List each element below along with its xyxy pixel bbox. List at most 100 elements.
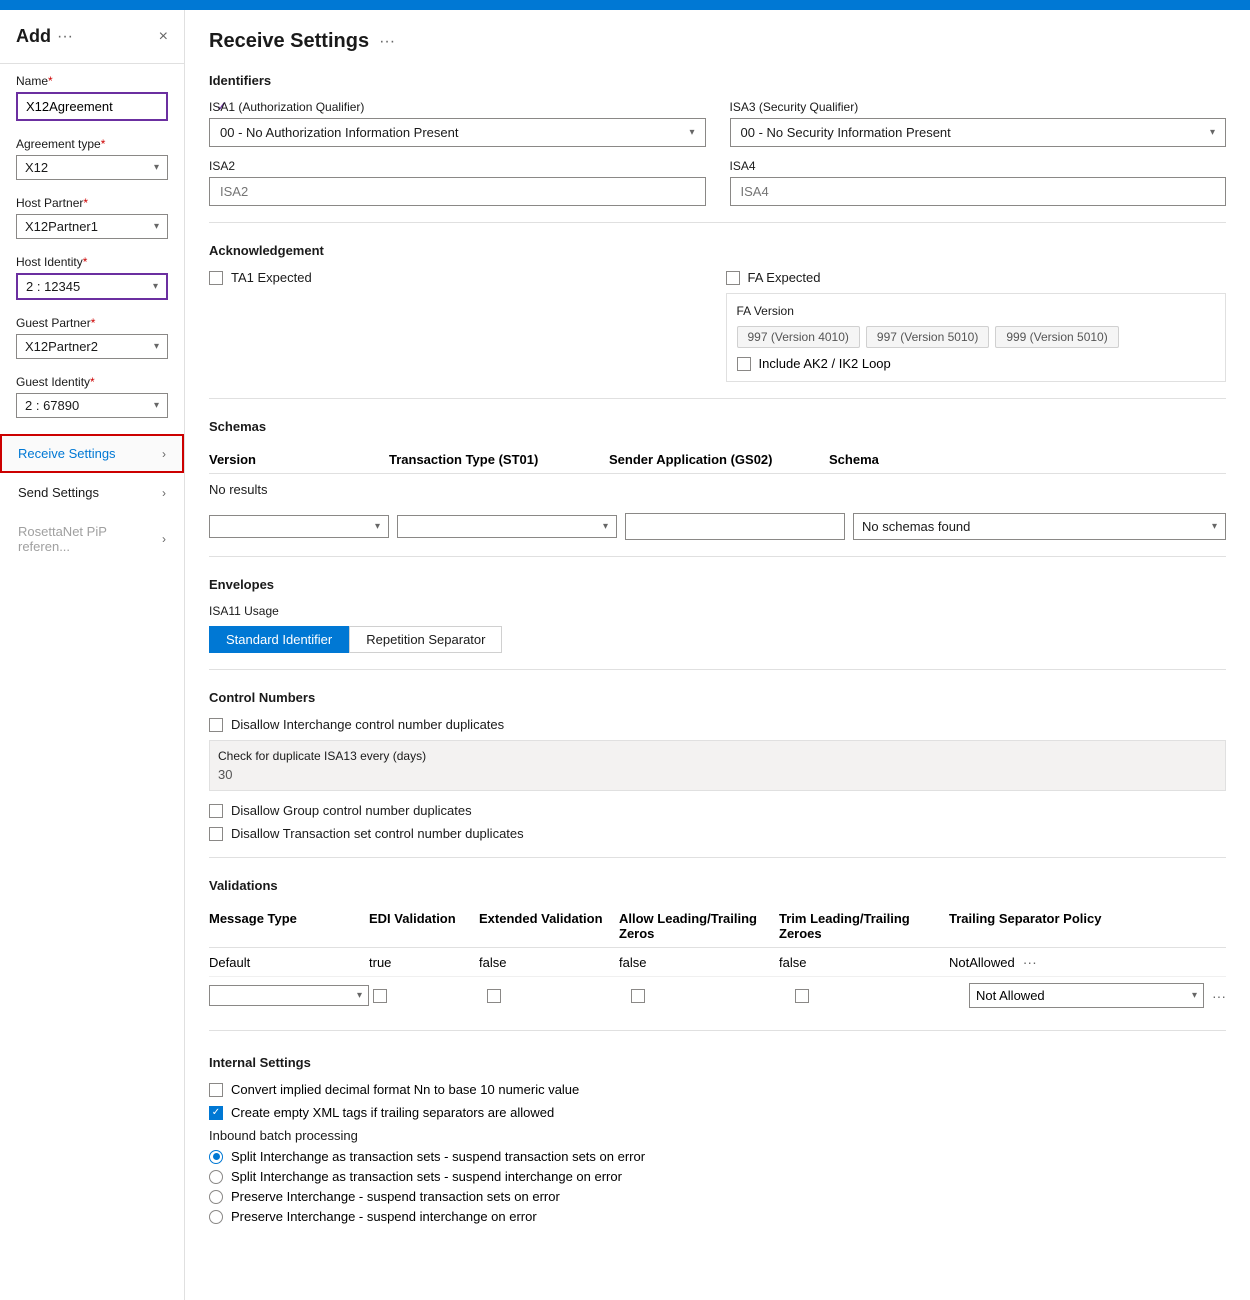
fa-expected-checkbox-label[interactable]: FA Expected [726,270,1227,285]
ta1-label: TA1 Expected [231,270,312,285]
isa4-input[interactable] [730,177,1227,206]
val-col-leading: Allow Leading/Trailing Zeros [619,911,779,941]
include-ak2-row: Include AK2 / IK2 Loop [737,356,1216,371]
internal-settings-title: Internal Settings [209,1055,1226,1070]
val-edi-checkbox[interactable] [373,989,387,1003]
ta1-checkbox[interactable] [209,271,223,285]
chevron-down-icon: ▾ [1192,990,1197,1001]
sidebar-item-send-settings[interactable]: Send Settings › [0,473,184,512]
chevron-down-icon: ▾ [689,127,694,138]
rosettanet-label: RosettaNet PiP referen... [18,524,162,554]
val-message-select[interactable]: ▾ [209,985,369,1006]
agreement-type-label: Agreement type* [16,137,168,151]
name-input[interactable] [18,94,210,119]
val-leading-checkbox[interactable] [631,989,645,1003]
val-col-message: Message Type [209,911,369,941]
host-partner-field-group: Host Partner* X12Partner1 ▾ [0,186,184,245]
val-default-message: Default [209,955,369,970]
identifiers-grid: ISA1 (Authorization Qualifier) 00 - No A… [209,100,1226,206]
sidebar-item-rosettanet[interactable]: RosettaNet PiP referen... › [0,512,184,566]
disallow-transaction-checkbox[interactable] [209,827,223,841]
main-dots[interactable]: ··· [379,33,395,51]
disallow-interchange-checkbox-label[interactable]: Disallow Interchange control number dupl… [209,717,1226,732]
fa-version-label: FA Version [737,304,1216,318]
version-select[interactable]: ▾ [209,515,389,538]
isa1-select[interactable]: 00 - No Authorization Information Presen… [209,118,706,147]
host-partner-label: Host Partner* [16,196,168,210]
radio1-btn[interactable] [209,1150,223,1164]
disallow-group-checkbox-label[interactable]: Disallow Group control number duplicates [209,803,1226,818]
create-empty-checkbox-label[interactable]: ✓ Create empty XML tags if trailing sepa… [209,1105,1226,1120]
guest-partner-value: X12Partner2 [25,339,154,354]
radio2-label: Split Interchange as transaction sets - … [231,1169,622,1184]
schemas-section: Schemas Version Transaction Type (ST01) … [209,419,1226,557]
guest-identity-field-group: Guest Identity* 2 : 67890 ▾ [0,365,184,424]
fa-version-btn-1[interactable]: 997 (Version 4010) [737,326,860,348]
guest-identity-select[interactable]: 2 : 67890 ▾ [16,393,168,418]
create-empty-label: Create empty XML tags if trailing separa… [231,1105,554,1120]
sidebar: Add ··· × Name* ✓ Agreement type* X12 ▾ [0,10,185,1300]
agreement-type-select[interactable]: X12 ▾ [16,155,168,180]
main-header: Receive Settings ··· [209,30,1226,53]
isa3-select[interactable]: 00 - No Security Information Present ▾ [730,118,1227,147]
close-icon[interactable]: × [159,28,168,46]
schemas-inputs-row: ▾ ▾ No schemas found ▾ [209,513,1226,540]
fa-expected-checkbox[interactable] [726,271,740,285]
isa4-label: ISA4 [730,159,1227,173]
create-empty-checkbox[interactable]: ✓ [209,1106,223,1120]
guest-identity-value: 2 : 67890 [25,398,154,413]
convert-checkbox[interactable] [209,1083,223,1097]
chevron-right-icon: › [162,532,166,546]
fa-version-btn-2[interactable]: 997 (Version 5010) [866,326,989,348]
page-title: Receive Settings [209,30,369,53]
sidebar-dots[interactable]: ··· [57,28,73,46]
radio3-label: Preserve Interchange - suspend transacti… [231,1189,560,1204]
validations-section: Validations Message Type EDI Validation … [209,878,1226,1031]
disallow-group-label: Disallow Group control number duplicates [231,803,472,818]
schemas-header: Version Transaction Type (ST01) Sender A… [209,446,1226,474]
host-identity-field-group: Host Identity* 2 : 12345 ▾ [0,245,184,306]
sidebar-item-receive-settings[interactable]: Receive Settings › [0,434,184,473]
disallow-interchange-checkbox[interactable] [209,718,223,732]
radio2-btn[interactable] [209,1170,223,1184]
radio4-btn[interactable] [209,1210,223,1224]
radio3-btn[interactable] [209,1190,223,1204]
host-identity-select[interactable]: 2 : 12345 ▾ [16,273,168,300]
standard-identifier-btn[interactable]: Standard Identifier [209,626,349,653]
include-ak2-checkbox[interactable] [737,357,751,371]
radio3-row[interactable]: Preserve Interchange - suspend transacti… [209,1189,1226,1204]
transaction-type-select[interactable]: ▾ [397,515,617,538]
name-field-group: Name* ✓ [0,64,184,127]
convert-checkbox-label[interactable]: Convert implied decimal format Nn to bas… [209,1082,1226,1097]
name-input-wrapper[interactable]: ✓ [16,92,168,121]
radio2-row[interactable]: Split Interchange as transaction sets - … [209,1169,1226,1184]
fa-expected-label: FA Expected [748,270,821,285]
repetition-separator-btn[interactable]: Repetition Separator [349,626,502,653]
guest-partner-select[interactable]: X12Partner2 ▾ [16,334,168,359]
host-partner-select[interactable]: X12Partner1 ▾ [16,214,168,239]
val-trim-checkbox[interactable] [795,989,809,1003]
fa-version-btn-3[interactable]: 999 (Version 5010) [995,326,1118,348]
radio1-row[interactable]: Split Interchange as transaction sets - … [209,1149,1226,1164]
col-version-header: Version [209,452,389,467]
val-policy-select[interactable]: Not Allowed ▾ [969,983,1204,1008]
send-settings-label: Send Settings [18,485,99,500]
fa-expected-field: FA Expected FA Version 997 (Version 4010… [726,270,1227,382]
guest-identity-label: Guest Identity* [16,375,168,389]
agreement-type-value: X12 [25,160,154,175]
three-dots-icon[interactable]: ··· [1212,988,1226,1004]
schema-select[interactable]: No schemas found ▾ [853,513,1226,540]
radio4-row[interactable]: Preserve Interchange - suspend interchan… [209,1209,1226,1224]
disallow-transaction-checkbox-label[interactable]: Disallow Transaction set control number … [209,826,1226,841]
ta1-checkbox-label[interactable]: TA1 Expected [209,270,710,285]
days-container: Check for duplicate ISA13 every (days) 3… [209,740,1226,791]
agreement-type-field-group: Agreement type* X12 ▾ [0,127,184,186]
three-dots-icon[interactable]: ··· [1023,954,1037,970]
disallow-group-checkbox[interactable] [209,804,223,818]
val-extended-checkbox[interactable] [487,989,501,1003]
isa3-value: 00 - No Security Information Present [741,125,1210,140]
isa2-input[interactable] [209,177,706,206]
disallow-interchange-label: Disallow Interchange control number dupl… [231,717,504,732]
guest-partner-field-group: Guest Partner* X12Partner2 ▾ [0,306,184,365]
sender-app-input[interactable] [625,513,845,540]
